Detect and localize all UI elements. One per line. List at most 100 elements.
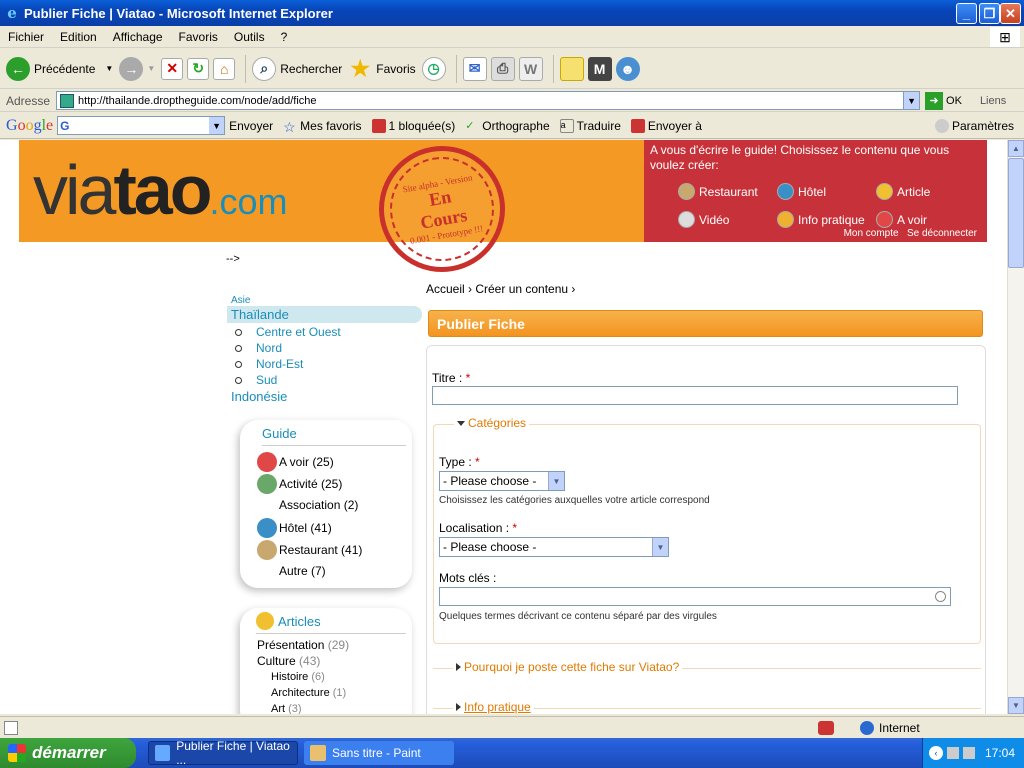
tags-input[interactable] [439,587,951,606]
titre-input[interactable] [432,386,958,405]
localisation-label-text: Localisation : [439,521,510,535]
close-button[interactable]: ✕ [1000,3,1021,24]
sidebar-item-nord-est[interactable]: Nord-Est [235,357,422,371]
guide-item-association[interactable]: Association (2) [279,498,358,512]
create-article-link[interactable]: Article [876,183,930,200]
article-count: (29) [327,638,350,652]
google-send-button[interactable]: Envoyer [229,119,273,133]
triangle-down-icon [457,420,465,426]
bullet-icon [235,376,242,384]
history-icon[interactable]: ◷ [421,56,446,81]
scroll-thumb[interactable] [1008,158,1024,268]
note-icon[interactable] [559,56,584,81]
sidebar-item-nord[interactable]: Nord [235,341,422,355]
task-ie[interactable]: Publier Fiche | Viatao ... [148,739,298,767]
address-input[interactable]: http://thailande.droptheguide.com/node/a… [56,91,921,110]
minimize-button[interactable]: _ [956,3,977,24]
paint-icon [310,745,326,761]
required-mark: * [475,455,480,469]
favorites-button[interactable]: ★ Favoris [348,56,415,81]
send-to-icon [630,118,645,133]
clock[interactable]: 17:04 [985,746,1015,760]
messenger-m-icon[interactable]: M [587,56,612,81]
region-label: Nord [256,341,283,355]
create-restaurant-link[interactable]: Restaurant [678,183,758,200]
mail-icon[interactable]: ✉ [462,56,487,81]
settings-label: Paramètres [951,118,1014,133]
guide-item-restaurant[interactable]: Restaurant (41) [257,540,362,560]
tray-expand-icon[interactable]: ‹ [929,746,943,760]
scroll-up-icon[interactable]: ▲ [1008,140,1024,157]
guide-item-activite[interactable]: Activité (25) [257,474,342,494]
menu-outils[interactable]: Outils [226,30,273,44]
translate-button[interactable]: a Traduire [559,118,621,133]
spellcheck-button[interactable]: ✓ Orthographe [465,119,549,133]
go-button[interactable]: ➜ OK [925,91,962,110]
stop-icon[interactable]: ✕ [161,57,184,80]
popup-blocked-button[interactable]: 1 bloquée(s) [371,118,455,133]
create-info-link[interactable]: Info pratique [777,211,865,228]
article-item-culture[interactable]: Culture (43) [257,654,320,668]
sidebar-item-sud[interactable]: Sud [235,373,422,387]
vertical-scrollbar[interactable]: ▲ ▼ [1007,140,1024,714]
menu-fichier[interactable]: Fichier [0,30,52,44]
google-search-input[interactable]: G ▼ [57,116,226,135]
viatao-logo[interactable]: viatao.com [33,150,288,230]
volume-icon[interactable] [963,747,975,759]
edit-icon[interactable]: W [518,56,543,81]
network-icon[interactable] [947,747,959,759]
logout-link[interactable]: Se déconnecter [907,228,977,239]
menu-affichage[interactable]: Affichage [105,30,171,44]
chevron-down-icon[interactable]: ▼ [903,92,920,109]
guide-item-avoir[interactable]: A voir (25) [257,452,334,472]
sidebar-item-asie[interactable]: Asie [231,295,422,306]
guide-item-autre[interactable]: Autre (7) [279,564,326,578]
categories-toggle[interactable]: Catégories [454,416,530,430]
localisation-label: Localisation : * [439,521,517,535]
chevron-down-icon[interactable]: ▼ [147,64,155,73]
google-favorites-button[interactable]: ☆ Mes favoris [283,119,361,135]
maximize-button[interactable]: ❐ [979,3,1000,24]
article-item-presentation[interactable]: Présentation (29) [257,638,349,652]
create-hotel-link[interactable]: Hôtel [777,183,826,200]
article-item-histoire[interactable]: Histoire (6) [271,671,325,683]
sidebar-item-thailande[interactable]: Thaïlande [227,306,422,323]
task-paint[interactable]: Sans titre - Paint [304,741,454,765]
menu-help[interactable]: ? [273,30,296,44]
region-sidebar: Asie Thaïlande Centre et Ouest Nord Nord… [227,295,422,406]
sidebar-item-centre-ouest[interactable]: Centre et Ouest [235,325,422,339]
my-account-link[interactable]: Mon compte [844,228,899,239]
guide-item-label: Autre (7) [279,564,326,578]
chevron-down-icon[interactable]: ▼ [209,117,225,134]
chevron-down-icon[interactable]: ▼ [105,64,113,73]
why-toggle[interactable]: Pourquoi je poste cette fiche sur Viatao… [453,660,683,674]
start-button[interactable]: démarrer [0,738,136,768]
links-button[interactable]: Liens [980,95,1006,107]
info-label: Info pratique [464,700,531,714]
en-cours-stamp: Site alpha - Version En Cours 0.001 - Pr… [369,140,515,282]
article-item-architecture[interactable]: Architecture (1) [271,687,346,699]
print-icon[interactable]: ⎙ [490,56,515,81]
guide-item-hotel[interactable]: Hôtel (41) [257,518,332,538]
contacts-icon[interactable]: ☻ [615,56,640,81]
back-button[interactable]: ← Précédente ▼ [6,56,113,81]
home-icon[interactable]: ⌂ [213,57,236,80]
settings-button[interactable]: Paramètres [934,118,1014,133]
create-video-link[interactable]: Vidéo [678,211,729,228]
breadcrumb[interactable]: Accueil › Créer un contenu › [426,282,575,296]
sidebar-item-indonesie[interactable]: Indonésie [231,389,418,404]
article-item-art[interactable]: Art (3) [271,703,302,714]
search-button[interactable]: ⌕ Rechercher [252,56,342,81]
refresh-icon[interactable]: ↻ [187,57,210,80]
menu-favoris[interactable]: Favoris [171,30,226,44]
type-select[interactable]: - Please choose - ▼ [439,471,565,491]
create-content-promo: A vous d'écrire le guide! Choisissez le … [644,140,987,242]
forward-button[interactable]: → ▼ [119,56,155,81]
info-toggle[interactable]: Info pratique [453,700,534,714]
menu-edition[interactable]: Edition [52,30,105,44]
send-to-button[interactable]: Envoyer à [630,118,702,133]
scroll-down-icon[interactable]: ▼ [1008,697,1024,714]
blocked-icon [371,118,386,133]
localisation-select[interactable]: - Please choose - ▼ [439,537,669,557]
create-avoir-link[interactable]: A voir [876,211,927,228]
